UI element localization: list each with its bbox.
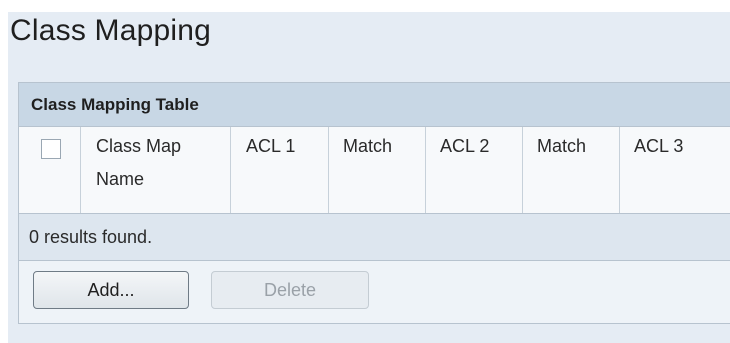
delete-button[interactable]: Delete	[211, 271, 369, 309]
column-header-label: Match	[343, 136, 393, 156]
column-header-label: ACL 3	[634, 136, 684, 156]
table-title: Class Mapping Table	[19, 83, 730, 127]
column-header-label: ACL 1	[246, 136, 296, 156]
results-count: 0 results found.	[19, 214, 730, 261]
column-header-label: Class Map	[96, 136, 182, 156]
column-header-label: Name	[96, 169, 145, 189]
column-header-match-1: Match	[329, 127, 426, 213]
select-all-checkbox[interactable]	[41, 139, 61, 159]
add-button[interactable]: Add...	[33, 271, 189, 309]
column-header-class-map-name: Class Map Name	[81, 127, 231, 213]
button-row: Add... Delete	[19, 262, 730, 322]
column-header-acl-3: ACL 3	[620, 127, 730, 213]
column-header-acl-1: ACL 1	[231, 127, 329, 213]
column-header-label: ACL 2	[440, 136, 490, 156]
table-header-row: Class Map Name ACL 1 Match ACL 2 Match A…	[19, 127, 730, 214]
select-all-column	[19, 127, 81, 213]
column-header-label: Match	[537, 136, 587, 156]
class-mapping-table: Class Mapping Table Class Map Name ACL 1…	[18, 82, 730, 324]
page-title: Class Mapping	[10, 14, 212, 47]
column-header-match-2: Match	[523, 127, 620, 213]
column-header-acl-2: ACL 2	[426, 127, 523, 213]
